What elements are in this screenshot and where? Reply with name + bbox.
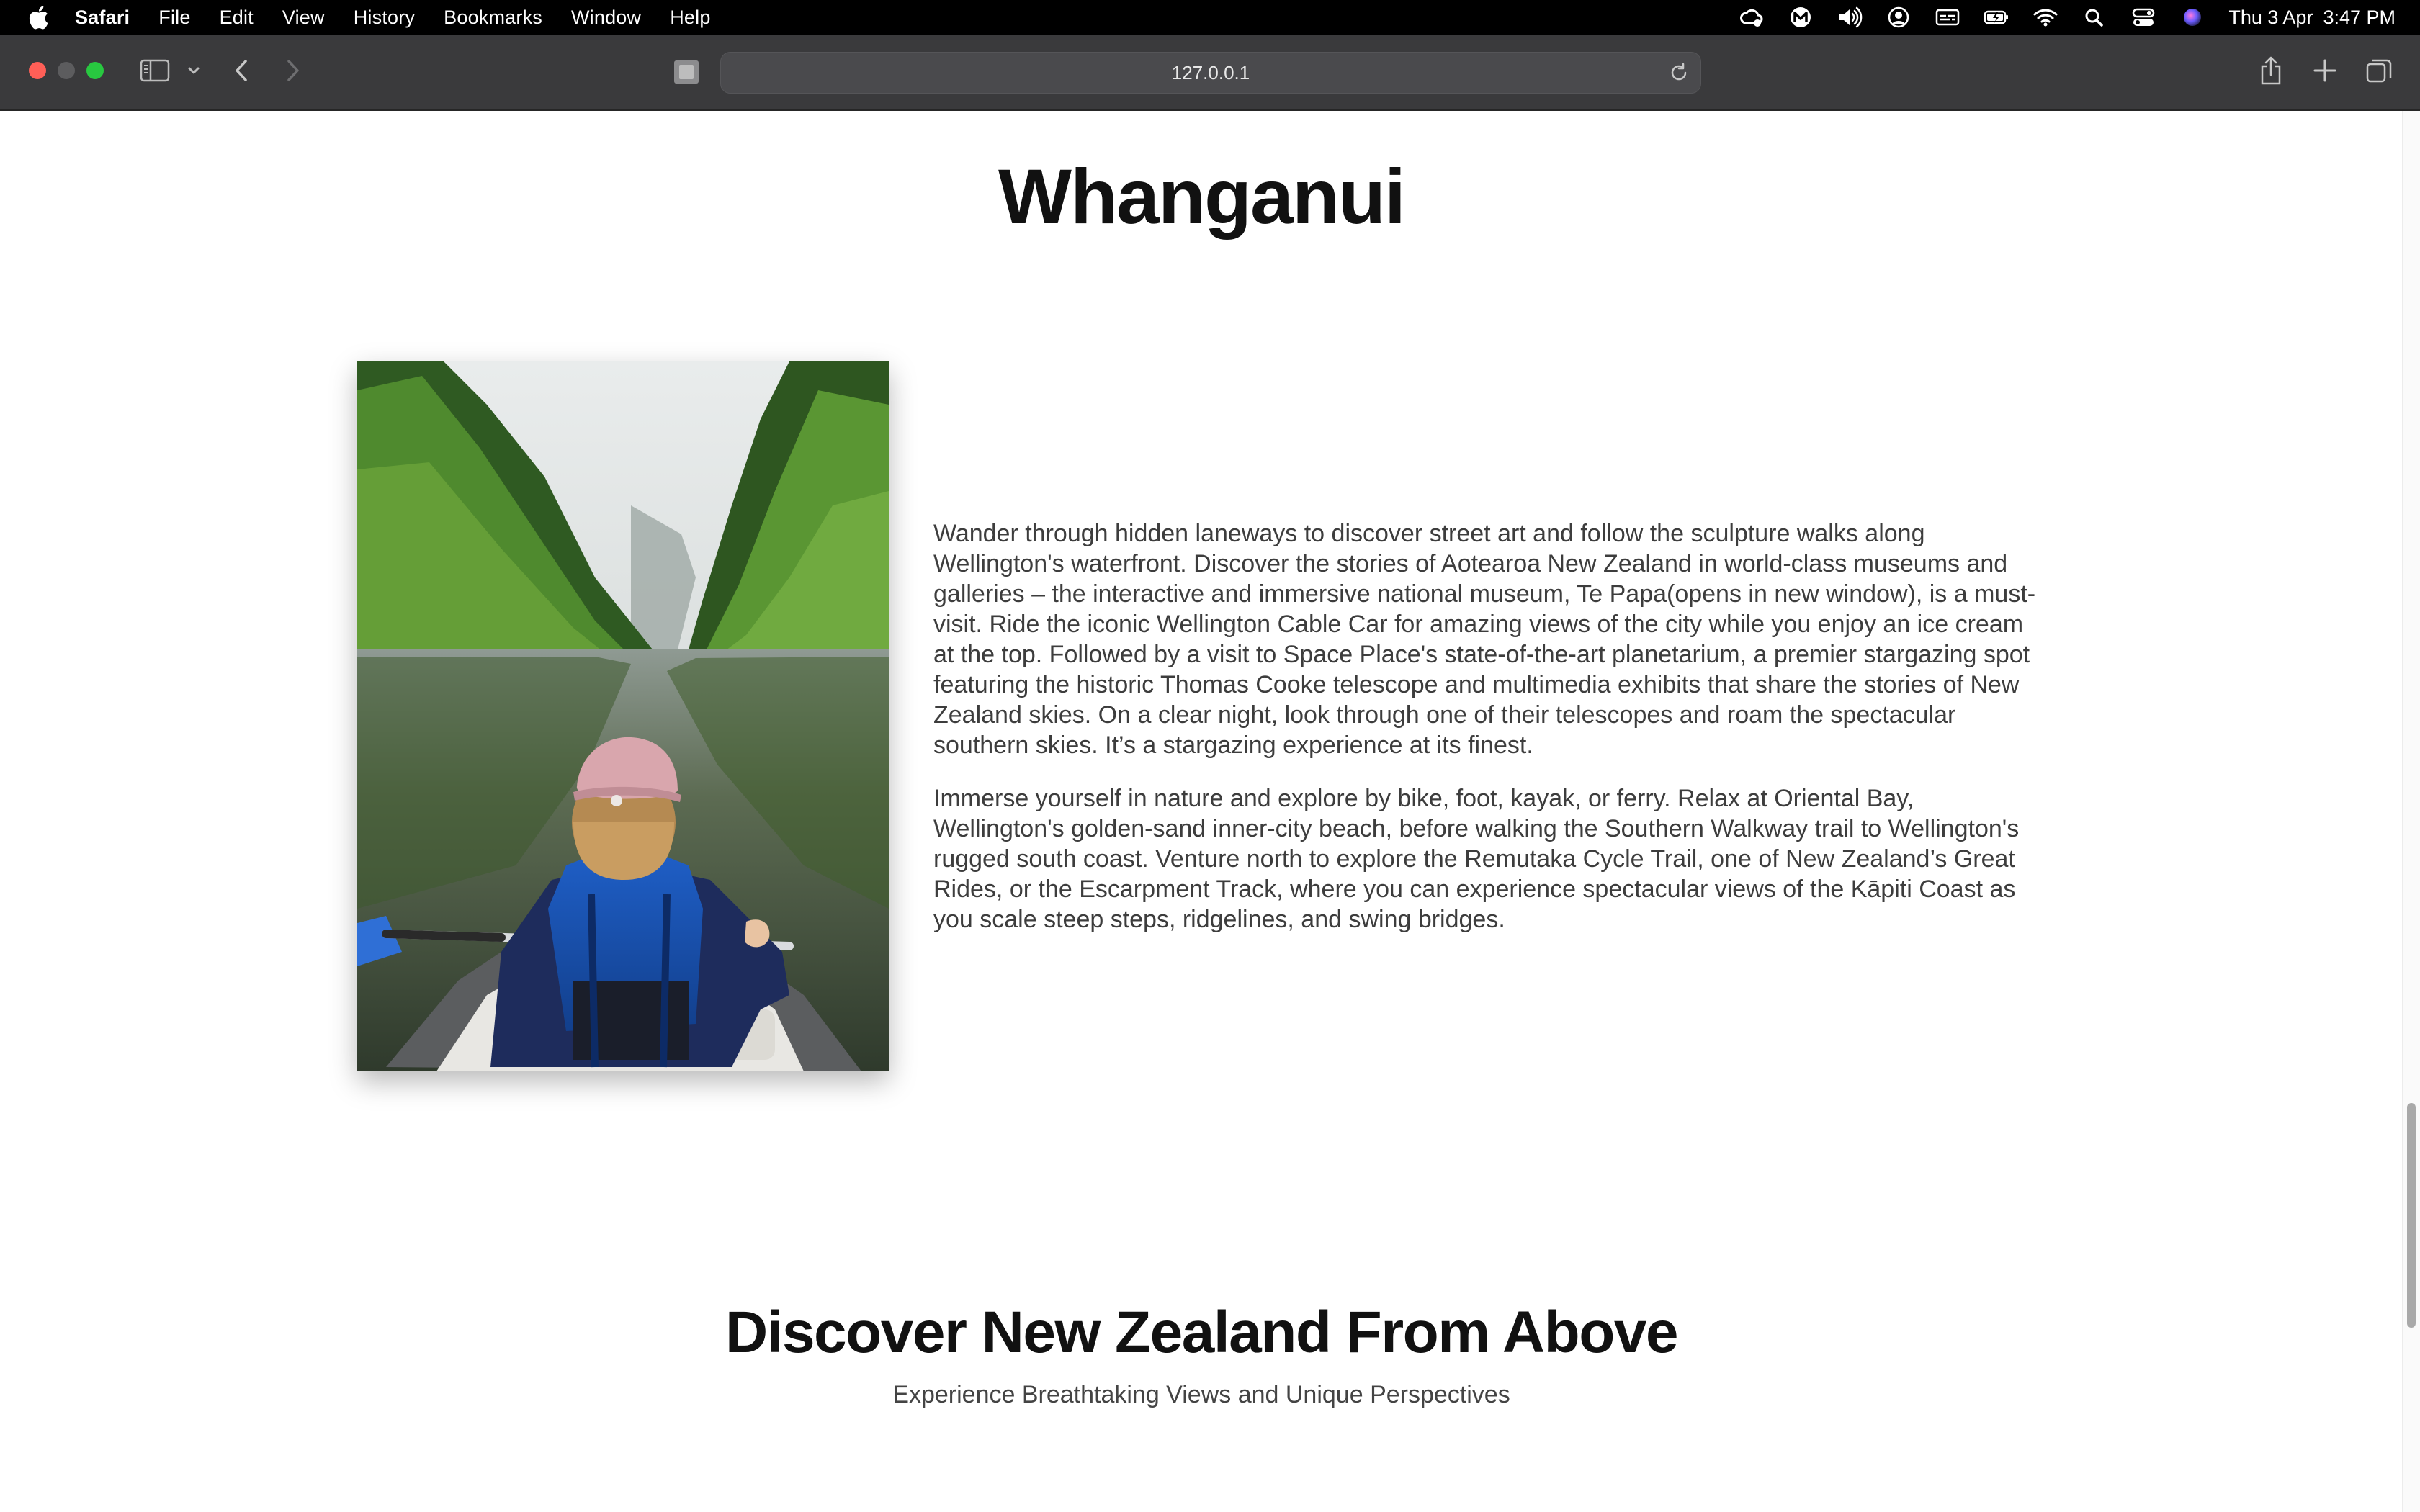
reload-icon[interactable] bbox=[1667, 61, 1690, 84]
paragraph-nature: Immerse yourself in nature and explore b… bbox=[933, 785, 2020, 933]
vertical-scrollbar[interactable] bbox=[2402, 111, 2420, 1512]
tab-overview-icon[interactable] bbox=[2365, 58, 2393, 84]
siri-icon[interactable] bbox=[2178, 5, 2207, 30]
sidebar-toggle-icon[interactable] bbox=[140, 59, 170, 82]
chevron-down-icon[interactable] bbox=[186, 63, 202, 78]
discover-subheading: Experience Breathtaking Views and Unique… bbox=[892, 1381, 1510, 1408]
menu-bar: Safari File Edit View History Bookmarks … bbox=[0, 0, 2420, 35]
battery-icon[interactable] bbox=[1982, 5, 2011, 30]
menu-edit[interactable]: Edit bbox=[220, 6, 254, 29]
address-bar[interactable]: 127.0.0.1 bbox=[720, 52, 1701, 94]
menu-history[interactable]: History bbox=[354, 6, 415, 29]
menu-window[interactable]: Window bbox=[571, 6, 641, 29]
paragraph-city: Wander through hidden laneways to discov… bbox=[933, 520, 2036, 759]
clock-date: Thu 3 Apr bbox=[2228, 6, 2313, 28]
caption-icon[interactable] bbox=[1933, 5, 1962, 30]
creative-cloud-icon[interactable] bbox=[1737, 5, 1766, 30]
url-text[interactable]: 127.0.0.1 bbox=[1172, 62, 1250, 84]
status-area: Thu 3 Apr 3:47 PM bbox=[1717, 0, 2396, 35]
control-center-icon[interactable] bbox=[2129, 5, 2158, 30]
description-text: Wander through hidden laneways to discov… bbox=[933, 518, 2045, 958]
forward-icon[interactable] bbox=[284, 58, 302, 84]
close-window-button[interactable] bbox=[29, 62, 46, 79]
user-icon[interactable] bbox=[1884, 5, 1913, 30]
page-viewport: Whanganui Wander through hidden laneways… bbox=[0, 111, 2403, 1512]
share-icon[interactable] bbox=[2259, 55, 2283, 86]
back-icon[interactable] bbox=[232, 58, 251, 84]
wifi-icon[interactable] bbox=[2031, 5, 2060, 30]
kayak-river-photo bbox=[357, 361, 889, 1071]
reader-icon[interactable] bbox=[673, 59, 700, 85]
malwarebytes-icon[interactable] bbox=[1786, 5, 1815, 30]
clock-time: 3:47 PM bbox=[2323, 6, 2396, 28]
page-title: Whanganui bbox=[998, 153, 1406, 240]
new-tab-icon[interactable] bbox=[2312, 58, 2338, 84]
spotlight-icon[interactable] bbox=[2080, 5, 2109, 30]
menu-safari[interactable]: Safari bbox=[75, 6, 130, 29]
scrollbar-thumb[interactable] bbox=[2407, 1103, 2416, 1328]
menubar-clock[interactable]: Thu 3 Apr 3:47 PM bbox=[2228, 6, 2396, 29]
menu-file[interactable]: File bbox=[158, 6, 190, 29]
menu-bookmarks[interactable]: Bookmarks bbox=[444, 6, 542, 29]
menu-view[interactable]: View bbox=[282, 6, 325, 29]
discover-heading: Discover New Zealand From Above bbox=[725, 1300, 1679, 1365]
volume-icon[interactable] bbox=[1835, 5, 1864, 30]
zoom-window-button[interactable] bbox=[86, 62, 104, 79]
minimize-window-button[interactable] bbox=[58, 62, 75, 79]
apple-menu-icon[interactable] bbox=[27, 5, 49, 30]
menu-help[interactable]: Help bbox=[670, 6, 710, 29]
